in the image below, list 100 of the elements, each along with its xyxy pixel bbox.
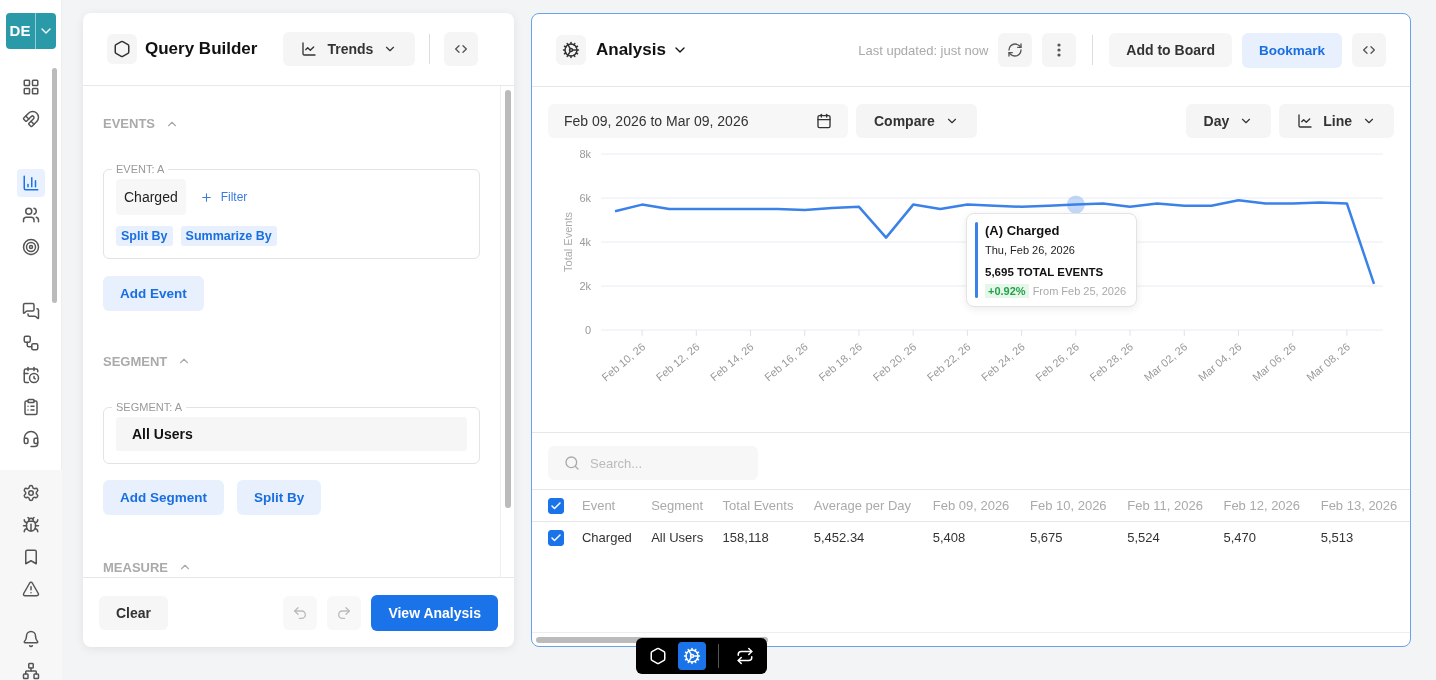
- y-tick-label: 0: [584, 324, 591, 336]
- x-tick-label: Feb 28, 26: [1087, 340, 1136, 384]
- panel-title: Query Builder: [145, 39, 258, 59]
- y-axis-title: Total Events: [562, 212, 574, 272]
- option-chip[interactable]: Summarize By: [180, 226, 277, 246]
- x-tick-label: Feb 18, 26: [816, 340, 865, 384]
- add-to-board-button[interactable]: Add to Board: [1109, 33, 1232, 67]
- bell-icon: [21, 630, 40, 648]
- column-header[interactable]: Feb 13, 2026: [1312, 489, 1410, 522]
- x-tick-label: Mar 04, 26: [1195, 340, 1244, 384]
- x-tick-label: Mar 02, 26: [1141, 340, 1190, 384]
- x-tick-label: Feb 14, 26: [707, 340, 756, 384]
- scrollbar[interactable]: [52, 68, 57, 303]
- hover-marker: [1066, 195, 1085, 214]
- settings-icon: [21, 484, 40, 502]
- filter-link[interactable]: Filter: [193, 190, 254, 204]
- target-icon: [21, 238, 40, 256]
- tooltip-total: 5,695 TOTAL EVENTS: [985, 266, 1105, 278]
- table-cell: 5,524: [1119, 521, 1216, 554]
- interval-dropdown[interactable]: Day: [1185, 104, 1272, 138]
- x-tick-label: Feb 20, 26: [870, 340, 919, 384]
- collapse-button[interactable]: [1352, 33, 1386, 67]
- trends-dropdown[interactable]: Trends: [283, 32, 416, 66]
- gear-icon: [683, 647, 701, 665]
- section-header[interactable]: MEASURE: [103, 557, 192, 577]
- table-cell: 158,118: [714, 521, 806, 554]
- y-tick-label: 4k: [579, 236, 591, 248]
- search-input[interactable]: Search...: [588, 454, 738, 472]
- column-header[interactable]: Total Events: [714, 489, 806, 522]
- last-updated-text: Last updated: just now: [858, 42, 989, 58]
- column-header[interactable]: Event: [574, 489, 644, 522]
- analysis-dropdown[interactable]: Analysis: [596, 40, 688, 60]
- workspace-switcher[interactable]: DE: [5, 13, 56, 49]
- bar-chart-icon: [21, 174, 40, 192]
- column-header[interactable]: Segment: [643, 489, 715, 522]
- option-chip[interactable]: Split By: [116, 226, 173, 246]
- table-cell: 5,452.34: [805, 521, 925, 554]
- column-header[interactable]: Feb 12, 2026: [1215, 489, 1313, 522]
- users-icon: [21, 206, 40, 224]
- tooltip-title: (A) Charged: [985, 223, 1061, 238]
- table-cell: 5,470: [1215, 521, 1313, 554]
- chat-icon: [21, 302, 40, 320]
- calendar-icon: [816, 113, 832, 129]
- search-field[interactable]: Search...: [548, 446, 758, 480]
- select-all-checkbox[interactable]: [548, 497, 564, 514]
- hierarchy-icon: [21, 662, 40, 680]
- scrollbar[interactable]: [505, 90, 511, 508]
- y-tick-label: 8k: [579, 148, 591, 160]
- collapse-button[interactable]: [444, 32, 479, 66]
- refresh-button[interactable]: [998, 33, 1033, 67]
- column-header[interactable]: Feb 10, 2026: [1021, 489, 1120, 522]
- segment-selector[interactable]: All Users: [116, 417, 467, 451]
- grid-icon: [21, 78, 40, 96]
- x-tick-label: Mar 06, 26: [1249, 340, 1298, 384]
- segment-action-button[interactable]: Split By: [237, 480, 322, 515]
- view-analysis-button[interactable]: View Analysis: [371, 594, 498, 631]
- clear-button[interactable]: Clear: [99, 595, 169, 630]
- compare-dropdown[interactable]: Compare: [856, 104, 977, 138]
- hexagon-icon: [649, 647, 667, 665]
- warning-icon: [21, 580, 40, 598]
- table-cell: Charged: [574, 521, 644, 554]
- x-tick-label: Feb 26, 26: [1033, 340, 1082, 384]
- x-tick-label: Feb 12, 26: [653, 340, 702, 384]
- redo-icon: [336, 604, 353, 621]
- table-cell: All Users: [643, 521, 715, 554]
- chart-type-dropdown[interactable]: Line: [1279, 104, 1394, 138]
- table-cell: 5,408: [924, 521, 1022, 554]
- undo-icon: [292, 604, 309, 621]
- section-header[interactable]: EVENTS: [103, 114, 480, 133]
- section-header[interactable]: SEGMENT: [103, 351, 192, 371]
- x-tick-label: Feb 16, 26: [762, 340, 811, 384]
- segment-action-button[interactable]: Add Segment: [103, 480, 224, 515]
- tooltip-comparison: From Feb 25, 2026: [1032, 285, 1127, 297]
- row-checkbox[interactable]: [548, 530, 564, 547]
- column-header[interactable]: Average per Day: [805, 489, 925, 522]
- calendar-clock-icon: [21, 366, 40, 384]
- x-tick-label: Feb 24, 26: [978, 340, 1027, 384]
- event-selector[interactable]: Charged: [116, 179, 186, 215]
- gear-tool-button[interactable]: [678, 642, 706, 670]
- card-legend: EVENT: A: [112, 163, 169, 175]
- column-header[interactable]: Feb 11, 2026: [1119, 489, 1216, 522]
- column-header[interactable]: Feb 09, 2026: [924, 489, 1022, 522]
- x-tick-label: Feb 10, 26: [599, 340, 648, 384]
- refresh-icon: [1007, 42, 1024, 58]
- table-cell: 5,675: [1021, 521, 1120, 554]
- bug-icon: [21, 516, 40, 534]
- date-range-field[interactable]: Feb 09, 2026 to Mar 09, 2026: [548, 104, 848, 138]
- line-chart-icon: [301, 41, 318, 57]
- more-icon: [1057, 43, 1062, 57]
- table-cell: 5,513: [1312, 521, 1410, 554]
- plus-icon: [199, 190, 213, 204]
- bar-chart-nav-button[interactable]: [16, 169, 45, 197]
- tooltip-date: Thu, Feb 26, 2026: [985, 244, 1076, 256]
- swap-icon: [736, 647, 754, 665]
- add-event-button[interactable]: Add Event: [103, 276, 204, 311]
- x-tick-label: Feb 22, 26: [924, 340, 973, 384]
- magnet-icon: [21, 110, 40, 128]
- bookmark-button[interactable]: Bookmark: [1241, 32, 1342, 68]
- gear-icon: [556, 35, 586, 65]
- search-icon: [564, 455, 580, 471]
